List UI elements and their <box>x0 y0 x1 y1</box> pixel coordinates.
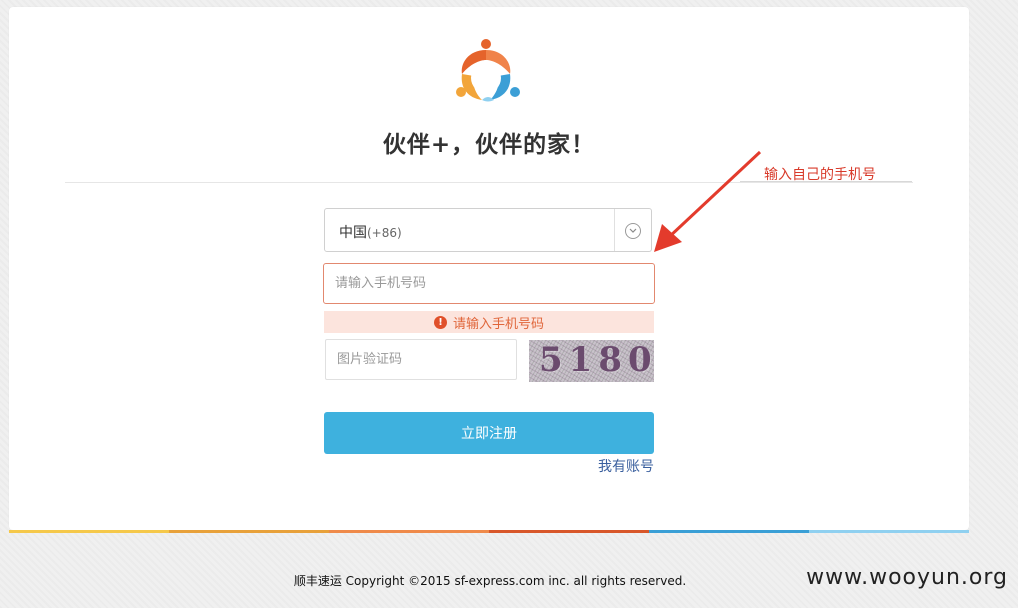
partner-people-icon <box>446 32 526 112</box>
phone-input[interactable] <box>323 263 655 304</box>
country-name: 中国 <box>339 225 367 241</box>
color-strip <box>9 530 969 533</box>
annotation-arrow-icon <box>654 150 762 252</box>
error-message: ! 请输入手机号码 <box>324 311 654 333</box>
watermark: www.wooyun.org <box>806 565 1008 590</box>
select-divider <box>614 209 615 251</box>
captcha-input[interactable] <box>325 339 517 380</box>
country-select[interactable]: 中国(+86) <box>324 208 652 252</box>
captcha-image[interactable]: 5180 <box>529 340 654 382</box>
country-select-value: 中国(+86) <box>339 222 402 242</box>
page-title: 伙伴+，伙伴的家！ <box>382 132 596 158</box>
error-text: 请输入手机号码 <box>452 316 544 332</box>
chevron-down-icon[interactable] <box>625 223 641 239</box>
error-icon: ! <box>433 315 447 329</box>
country-code: (+86) <box>367 226 402 240</box>
captcha-text: 5180 <box>539 340 654 380</box>
login-link[interactable]: 我有账号 <box>560 456 654 476</box>
register-button[interactable]: 立即注册 <box>324 412 654 454</box>
